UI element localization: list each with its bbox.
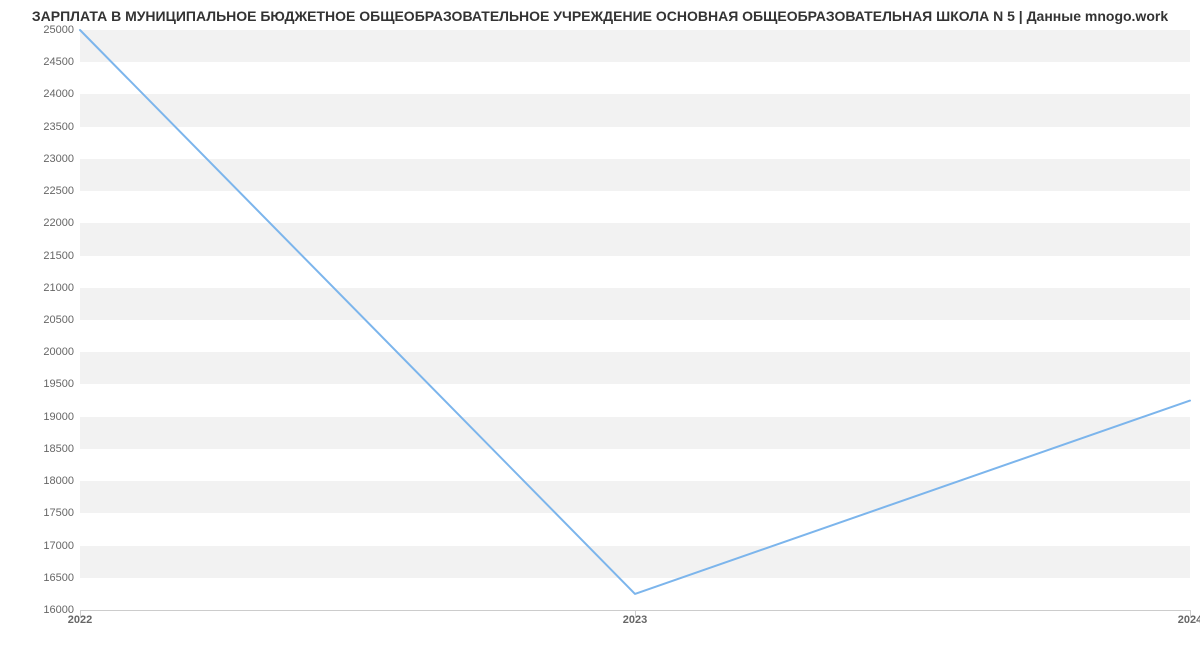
y-tick-label: 21000 [14, 282, 74, 294]
chart-title: ЗАРПЛАТА В МУНИЦИПАЛЬНОЕ БЮДЖЕТНОЕ ОБЩЕО… [0, 8, 1200, 24]
y-tick-label: 20000 [14, 346, 74, 358]
y-tick-label: 19000 [14, 411, 74, 423]
x-tick-label: 2024 [1178, 614, 1200, 626]
y-tick-label: 23500 [14, 121, 74, 133]
y-tick-label: 22000 [14, 217, 74, 229]
y-tick-label: 24000 [14, 88, 74, 100]
y-tick-label: 16500 [14, 572, 74, 584]
y-tick-label: 17000 [14, 540, 74, 552]
y-tick-label: 18000 [14, 475, 74, 487]
x-tick-mark [1190, 610, 1191, 618]
y-tick-label: 20500 [14, 314, 74, 326]
y-tick-label: 17500 [14, 507, 74, 519]
y-tick-label: 22500 [14, 185, 74, 197]
y-tick-label: 19500 [14, 378, 74, 390]
y-tick-label: 25000 [14, 24, 74, 36]
line-series-layer [80, 30, 1190, 610]
y-tick-label: 24500 [14, 56, 74, 68]
y-tick-label: 21500 [14, 250, 74, 262]
y-tick-label: 23000 [14, 153, 74, 165]
x-tick-mark [80, 610, 81, 618]
y-tick-label: 18500 [14, 443, 74, 455]
y-tick-label: 16000 [14, 604, 74, 616]
x-tick-mark [635, 610, 636, 618]
series-line-salary [80, 30, 1190, 594]
chart-container: ЗАРПЛАТА В МУНИЦИПАЛЬНОЕ БЮДЖЕТНОЕ ОБЩЕО… [0, 0, 1200, 650]
plot-area [80, 30, 1190, 610]
